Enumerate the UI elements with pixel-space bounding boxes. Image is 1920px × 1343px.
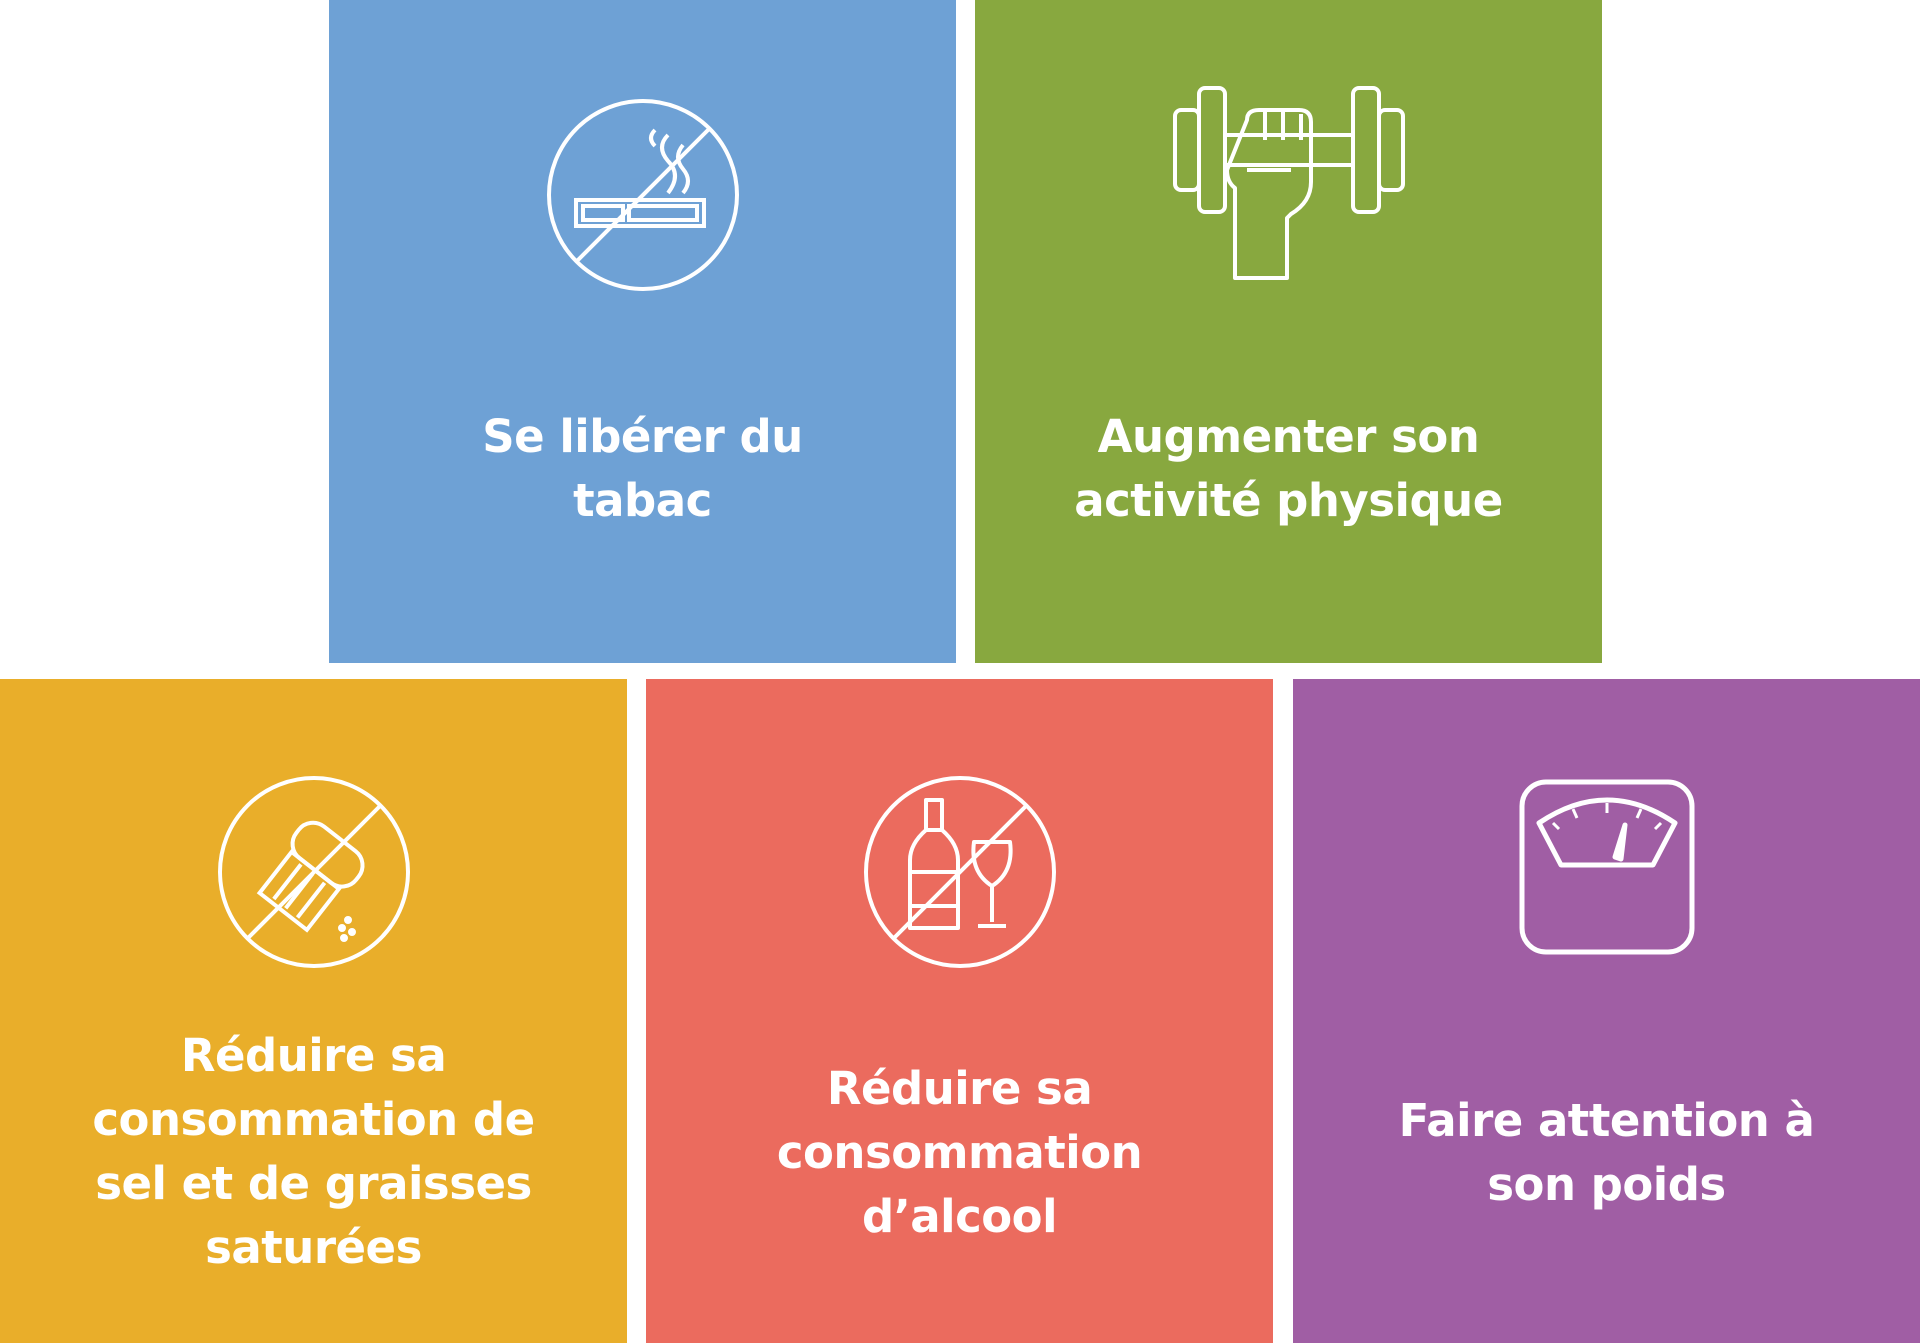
tile-label: Augmenter son activité physique <box>1074 410 1503 527</box>
tile-reduce-salt-fat: Réduire sa consommation de sel et de gra… <box>0 679 627 1343</box>
no-alcohol-icon <box>860 772 1060 972</box>
tile-label: Se libérer du tabac <box>482 410 803 527</box>
tile-label: Réduire sa consommation d’alcool <box>776 1062 1143 1243</box>
tile-reduce-alcohol: Réduire sa consommation d’alcool <box>646 679 1273 1343</box>
dumbbell-icon <box>1169 80 1409 290</box>
scale-icon <box>1517 777 1697 957</box>
tile-label: Réduire sa consommation de sel et de gra… <box>92 1029 535 1274</box>
tile-watch-weight: Faire attention à son poids <box>1293 679 1920 1343</box>
no-smoking-icon <box>543 95 743 295</box>
tile-physical-activity: Augmenter son activité physique <box>975 0 1602 663</box>
tile-label: Faire attention à son poids <box>1398 1094 1815 1211</box>
no-salt-icon <box>214 772 414 972</box>
tile-quit-smoking: Se libérer du tabac <box>329 0 956 663</box>
